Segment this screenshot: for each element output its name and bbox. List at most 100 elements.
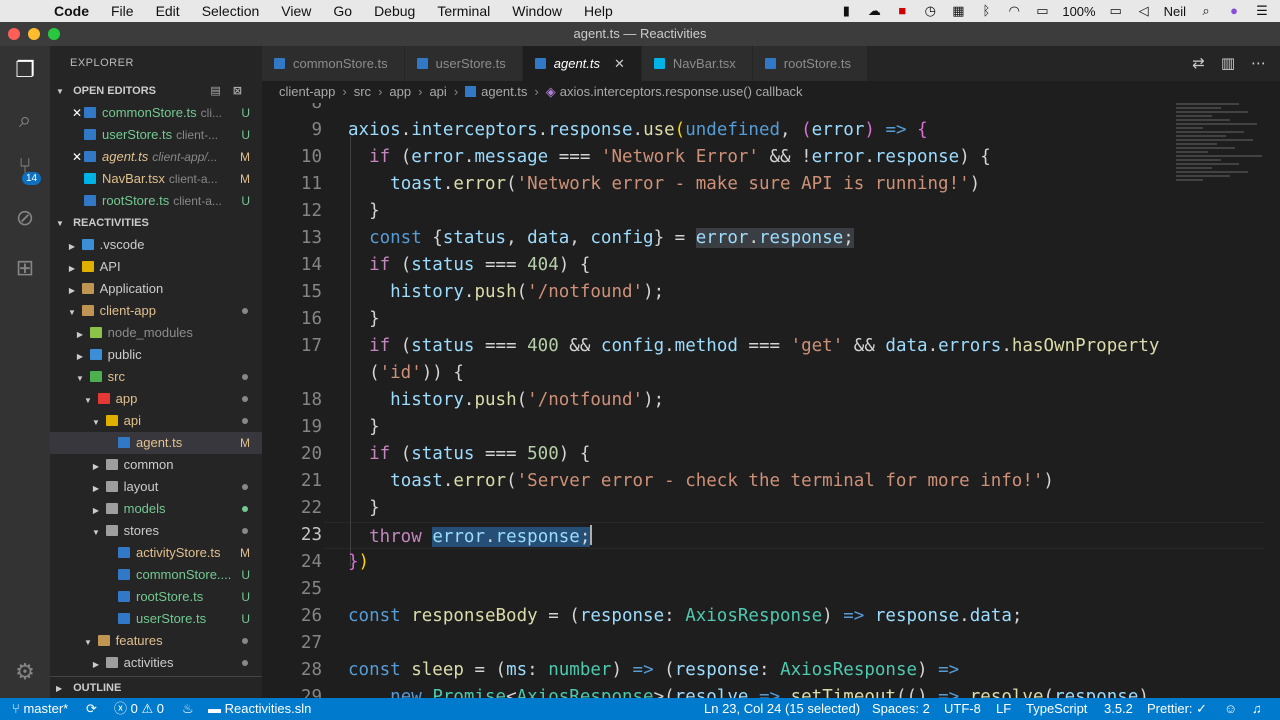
tree-item-agent-ts[interactable]: agent.ts M: [50, 432, 262, 454]
grid-icon[interactable]: ▦: [950, 4, 966, 18]
bluetooth-icon[interactable]: ᛒ: [978, 4, 994, 18]
menu-view[interactable]: View: [281, 3, 311, 19]
tree-item-public[interactable]: ▶ public: [50, 344, 262, 366]
menu-file[interactable]: File: [111, 3, 134, 19]
time-machine-icon[interactable]: ◷: [922, 4, 938, 18]
zoom-window-button[interactable]: [48, 28, 60, 40]
tree-item-src[interactable]: ▼ src: [50, 366, 262, 388]
sync-icon[interactable]: ⟳: [86, 698, 97, 720]
indentation-status[interactable]: Spaces: 2: [872, 698, 930, 720]
menu-go[interactable]: Go: [333, 3, 352, 19]
tree-item-node-modules[interactable]: ▶ node_modules: [50, 322, 262, 344]
tab-agent[interactable]: agent.ts ✕: [522, 46, 642, 81]
breadcrumb-file[interactable]: agent.ts: [481, 84, 527, 99]
line-number: 23: [300, 525, 322, 545]
check-icon: ✓: [1196, 701, 1208, 716]
language-mode[interactable]: TypeScript: [1026, 698, 1087, 720]
tree-item-activitystore[interactable]: activityStore.ts M: [50, 542, 262, 564]
battery-percent[interactable]: 100%: [1062, 4, 1095, 19]
tree-item-vscode[interactable]: ▶ .vscode: [50, 234, 262, 256]
open-editors-section[interactable]: ▼ OPEN EDITORS ▤⊠: [50, 80, 262, 102]
tree-item-commonstore[interactable]: commonStore.... U: [50, 564, 262, 586]
more-actions-icon[interactable]: ⋯: [1251, 46, 1266, 81]
tab-navbar[interactable]: NavBar.tsx: [641, 46, 753, 81]
eol-status[interactable]: LF: [996, 698, 1011, 720]
open-changes-icon[interactable]: ⇄: [1192, 46, 1205, 81]
project-section[interactable]: ▼ REACTIVITIES: [50, 212, 262, 234]
notifications-bell-icon[interactable]: ♫: [1252, 698, 1262, 720]
menu-selection[interactable]: Selection: [202, 3, 260, 19]
tree-item-api[interactable]: ▶ API: [50, 256, 262, 278]
breadcrumb-client-app[interactable]: client-app: [279, 84, 335, 99]
prettier-status[interactable]: Prettier: ✓: [1147, 698, 1207, 720]
breadcrumb-app[interactable]: app: [389, 84, 411, 99]
open-editor-commonstore[interactable]: ✕ commonStore.ts cli... U: [50, 102, 262, 124]
menu-debug[interactable]: Debug: [374, 3, 415, 19]
tree-item-client-app[interactable]: ▼ client-app: [50, 300, 262, 322]
cloud-icon[interactable]: ☁: [866, 4, 882, 18]
live-share-icon[interactable]: ♨: [182, 698, 194, 720]
menu-window[interactable]: Window: [512, 3, 562, 19]
debug-icon[interactable]: ⊘: [11, 204, 39, 232]
typescript-version[interactable]: 3.5.2: [1104, 698, 1133, 720]
open-editor-userstore[interactable]: userStore.ts client-... U: [50, 124, 262, 146]
tree-item-application[interactable]: ▶ Application: [50, 278, 262, 300]
tree-item-app[interactable]: ▼ app: [50, 388, 262, 410]
search-icon[interactable]: ⌕: [11, 106, 39, 134]
feedback-icon[interactable]: ☺: [1224, 698, 1237, 720]
close-icon[interactable]: ✕: [70, 102, 84, 124]
tree-item-features[interactable]: ▼ features: [50, 630, 262, 652]
tree-item-common[interactable]: ▶ common: [50, 454, 262, 476]
tree-item-models[interactable]: ▶ models: [50, 498, 262, 520]
spotlight-icon[interactable]: ⌕: [1198, 4, 1214, 18]
problems-status[interactable]: ⓧ 0 ⚠ 0: [114, 698, 164, 720]
code-editor[interactable]: 8 9 10 11 12 13 14 15 16 17 18 19 20 21 22 23 24 25 26 27 28…: [262, 103, 1280, 698]
close-icon[interactable]: ✕: [70, 146, 84, 168]
menu-app[interactable]: Code: [54, 3, 89, 19]
chevron-right-icon: ▶: [76, 352, 84, 361]
tree-item-stores[interactable]: ▼ stores: [50, 520, 262, 542]
explorer-icon[interactable]: ❐: [11, 56, 39, 84]
tree-item-rootstore[interactable]: rootStore.ts U: [50, 586, 262, 608]
siri-icon[interactable]: ●: [1226, 4, 1242, 18]
breadcrumb-api[interactable]: api: [429, 84, 446, 99]
menu-terminal[interactable]: Terminal: [437, 3, 490, 19]
open-editor-agent[interactable]: ✕ agent.ts client-app/... M: [50, 146, 262, 168]
open-editor-rootstore[interactable]: rootStore.ts client-a... U: [50, 190, 262, 212]
gear-icon[interactable]: ⚙: [11, 658, 39, 686]
minimap[interactable]: [1176, 103, 1266, 233]
cursor-position[interactable]: Ln 23, Col 24 (15 selected): [704, 698, 860, 720]
close-window-button[interactable]: [8, 28, 20, 40]
wifi-icon[interactable]: ◠: [1006, 4, 1022, 18]
tree-item-userstore[interactable]: userStore.ts U: [50, 608, 262, 630]
tree-item-api-folder[interactable]: ▼ api: [50, 410, 262, 432]
tree-item-layout[interactable]: ▶ layout: [50, 476, 262, 498]
tree-item-activities[interactable]: ▶ activities: [50, 652, 262, 674]
encoding-status[interactable]: UTF-8: [944, 698, 981, 720]
airplay-icon[interactable]: ▭: [1034, 4, 1050, 18]
split-editor-icon[interactable]: ▥: [1221, 46, 1235, 81]
save-all-icon[interactable]: ▤: [210, 85, 232, 97]
modified-dot: [242, 308, 248, 314]
record-icon[interactable]: ■: [894, 4, 910, 18]
app-tray-icon[interactable]: ▮: [838, 4, 854, 18]
menu-edit[interactable]: Edit: [156, 3, 180, 19]
branch-status[interactable]: ⑂ master*: [12, 698, 68, 720]
close-icon[interactable]: ✕: [614, 56, 625, 71]
minimize-window-button[interactable]: [28, 28, 40, 40]
breadcrumb-symbol[interactable]: axios.interceptors.response.use() callba…: [560, 84, 803, 99]
open-editor-navbar[interactable]: NavBar.tsx client-a... M: [50, 168, 262, 190]
battery-icon[interactable]: ▭: [1108, 4, 1124, 18]
breadcrumb-src[interactable]: src: [354, 84, 371, 99]
outline-section[interactable]: ▶ OUTLINE: [50, 676, 262, 698]
notification-center-icon[interactable]: ☰: [1254, 4, 1270, 18]
menu-help[interactable]: Help: [584, 3, 613, 19]
close-all-icon[interactable]: ⊠: [233, 85, 254, 97]
menubar-user[interactable]: Neil: [1164, 4, 1186, 19]
solution-status[interactable]: ▬ Reactivities.sln: [208, 698, 311, 720]
volume-icon[interactable]: ◁: [1136, 4, 1152, 18]
tab-commonstore[interactable]: commonStore.ts: [262, 46, 405, 81]
tab-rootstore[interactable]: rootStore.ts: [752, 46, 868, 81]
extensions-icon[interactable]: ⊞: [11, 254, 39, 282]
tab-userstore[interactable]: userStore.ts: [404, 46, 523, 81]
